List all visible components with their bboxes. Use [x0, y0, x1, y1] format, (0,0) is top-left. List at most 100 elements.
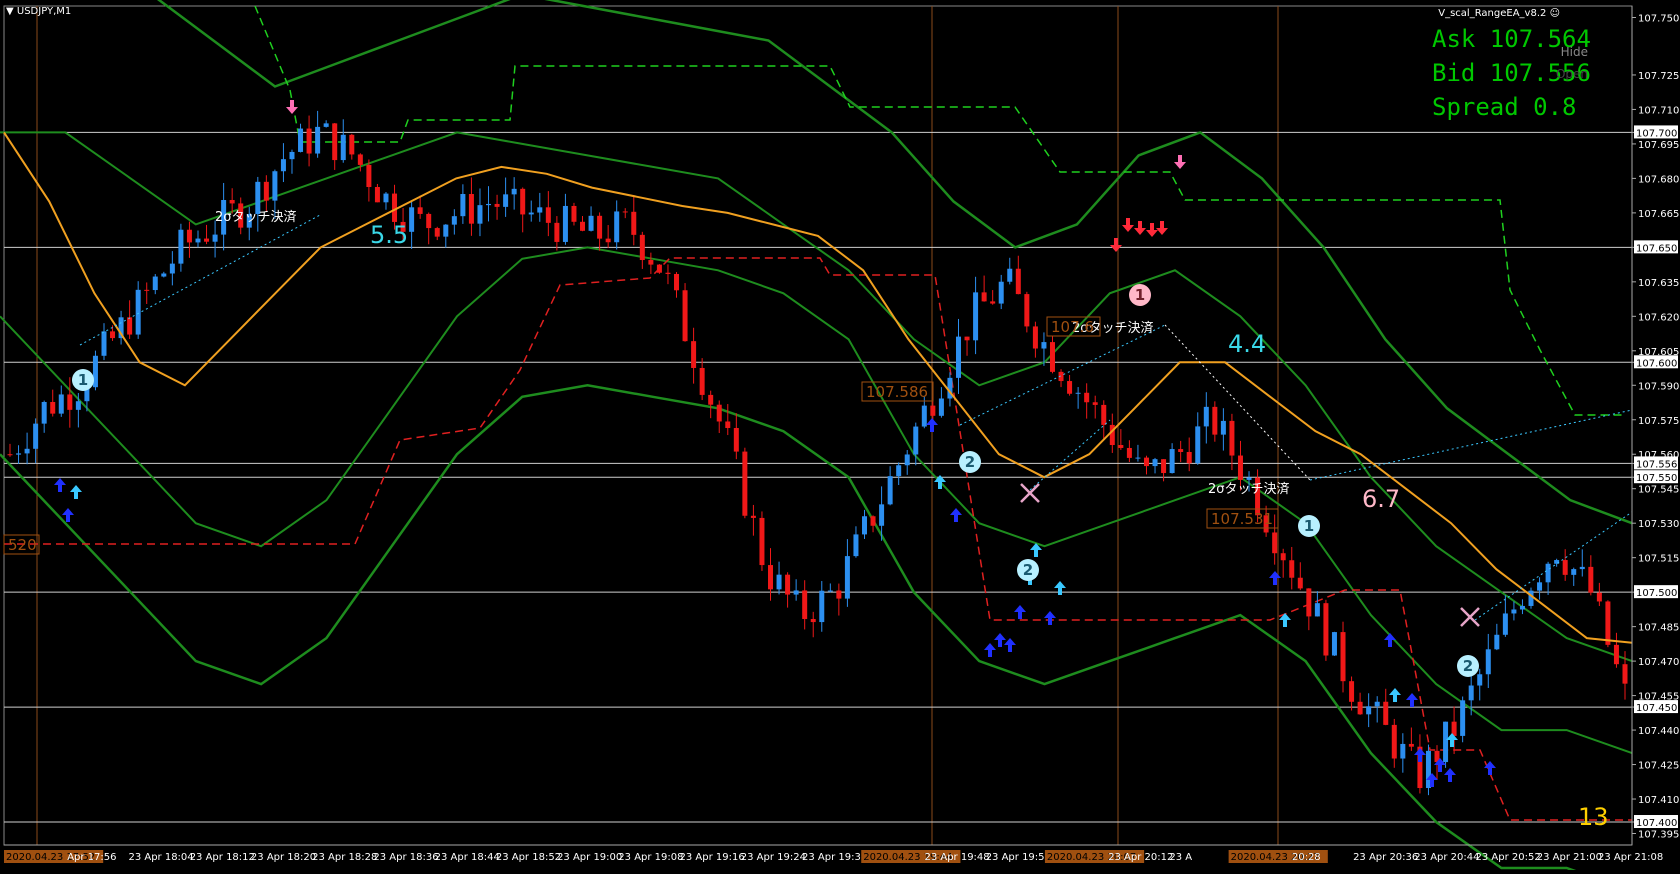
price-chart[interactable]: 1112222σタッチ決済2σタッチ決済2σタッチ決済5.54.46.71310… [0, 0, 1680, 874]
candle-body [1545, 563, 1551, 583]
candle-body [810, 619, 816, 623]
candle-body [1186, 451, 1192, 464]
candle-body [451, 216, 457, 225]
price-axis-label: 107.695 [1638, 140, 1679, 151]
candle-body [195, 238, 201, 243]
candle-body [144, 289, 150, 291]
price-axis-label: 107.665 [1638, 209, 1679, 220]
candle-body [819, 590, 825, 623]
candle-body [374, 187, 380, 203]
candle-body [101, 331, 107, 356]
price-axis-label: 107.400 [1636, 818, 1677, 829]
smiley-icon: ☺ [1549, 8, 1560, 19]
candle-body [1537, 582, 1543, 591]
price-axis-label: 107.515 [1638, 554, 1679, 565]
candle-body [973, 292, 979, 341]
candle-body [1203, 406, 1209, 427]
candle-body [1289, 560, 1295, 578]
time-axis-label: Apr 17:56 [67, 852, 116, 863]
candle-body [1152, 459, 1158, 467]
candle-body [938, 398, 944, 416]
candle-body [460, 194, 466, 217]
close-x-icon [1460, 607, 1480, 627]
candle-body [1502, 613, 1508, 635]
candle-body [802, 590, 808, 620]
price-axis-label: 107.600 [1636, 358, 1677, 369]
candle-body [776, 574, 782, 590]
open-button[interactable]: Open [1556, 67, 1588, 81]
price-axis-label: 107.725 [1638, 71, 1679, 82]
candle-body [981, 292, 987, 302]
hide-button[interactable]: Hide [1561, 45, 1588, 59]
candle-body [1084, 392, 1090, 403]
time-axis-label: 23 Apr 19:00 [557, 852, 622, 863]
candle-body [665, 272, 671, 274]
candle-body [904, 454, 910, 466]
candle-body [759, 517, 765, 566]
time-axis-label: 23 Apr 21:00 [1537, 852, 1602, 863]
band-outer-upper [156, 0, 1633, 525]
candle-body [639, 234, 645, 261]
candle-body [204, 238, 210, 242]
candle-body [349, 134, 355, 155]
candle-body [366, 164, 372, 188]
price-axis-label: 107.620 [1638, 312, 1679, 323]
candle-body [1579, 566, 1585, 570]
candle-body [1024, 294, 1030, 327]
candle-body [1092, 402, 1098, 405]
candle-body [306, 128, 312, 154]
candle-body [1178, 449, 1184, 452]
time-axis-label: 23 Apr 18:52 [496, 852, 561, 863]
candle-body [1391, 724, 1397, 759]
candle-body [699, 367, 705, 395]
chart-area[interactable]: 1 1 1 2 2 2 2σタッチ決済 2σタッチ決済 2σタッチ決済 5.5 4.4 6.7 13 10… [0, 0, 1680, 874]
candle-body [1195, 426, 1201, 464]
time-axis-label: 23 Apr 20:44 [1414, 852, 1479, 863]
candle-body [315, 126, 321, 154]
candle-body [443, 224, 449, 237]
price-axis-label: 107.650 [1636, 243, 1677, 254]
candle-body [135, 289, 141, 335]
candle-body [605, 238, 611, 243]
candle-body [998, 281, 1004, 304]
candle-body [494, 203, 500, 207]
candle-body [648, 260, 654, 265]
candle-body [486, 203, 492, 206]
time-axis-label: 23 Apr 19:16 [680, 852, 745, 863]
candle-body [477, 205, 483, 224]
sell-arrow-icon [286, 100, 298, 114]
candle-body [1041, 342, 1047, 349]
candle-body [1331, 632, 1337, 656]
ea-name-text: V_scal_RangeEA_v8.2 [1438, 8, 1547, 19]
candle-body [528, 212, 534, 215]
candle-body [930, 405, 936, 416]
candle-body [1400, 743, 1406, 759]
candle-body [332, 123, 338, 161]
price-axis-label: 107.500 [1636, 588, 1677, 599]
candle-body [708, 394, 714, 405]
candle-body [768, 565, 774, 590]
price-axis-label: 107.635 [1638, 278, 1679, 289]
price-axis-label: 107.395 [1638, 830, 1679, 841]
candle-body [750, 515, 756, 518]
candle-body [861, 516, 867, 535]
candle-body [511, 188, 517, 195]
sell-arrow-icon [1134, 221, 1146, 235]
entry-marker-icon-label: 1 [78, 371, 88, 389]
symbol-text: USDJPY,M1 [16, 6, 72, 17]
candle-body [1007, 268, 1013, 282]
moving-average-line [3, 131, 1633, 644]
candle-body [571, 205, 577, 222]
trade-line-5 [1029, 419, 1111, 491]
candle-body [682, 290, 688, 342]
candle-body [1126, 447, 1132, 458]
candle-body [409, 207, 415, 232]
candle-body [793, 590, 799, 595]
time-axis-label: 23 Apr 18:28 [312, 852, 377, 863]
candle-body [468, 194, 474, 224]
candle-body [1067, 381, 1073, 394]
candle-body [58, 394, 64, 414]
candle-body [272, 171, 278, 201]
buy-arrow-icon [950, 508, 962, 522]
candle-body [229, 200, 235, 204]
